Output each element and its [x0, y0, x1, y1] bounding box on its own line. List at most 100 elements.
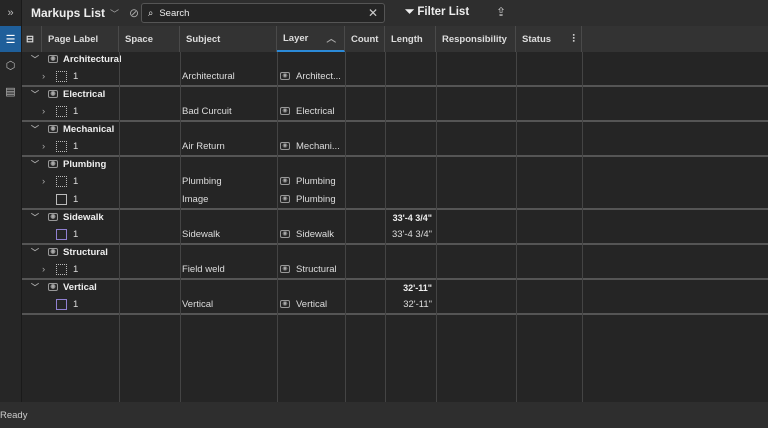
- subject: Sidewalk: [182, 228, 221, 240]
- filter-icon: ⏷: [405, 6, 418, 18]
- column-divider: [277, 52, 278, 402]
- group-header-row[interactable]: ﹀ ◉ Architectural: [22, 52, 768, 67]
- markup-group: ﹀ ◉ Electrical › 1 Bad Curcuit ◉ Electrical: [22, 87, 768, 122]
- export-icon[interactable]: ⇪: [496, 5, 506, 19]
- table-row[interactable]: 1 Sidewalk ◉ Sidewalk 33'-4 3/4": [22, 225, 768, 243]
- chevron-right-icon[interactable]: ›: [42, 260, 45, 278]
- table-row[interactable]: 1 Vertical ◉ Vertical 32'-11": [22, 295, 768, 313]
- panel-title[interactable]: Markups List: [31, 6, 105, 20]
- eye-icon[interactable]: ◉: [280, 142, 290, 150]
- subject: Image: [182, 193, 209, 205]
- column-length[interactable]: Length: [385, 26, 436, 52]
- length: [385, 67, 432, 85]
- subject: Air Return: [182, 140, 225, 152]
- group-length: 32'-11": [403, 282, 432, 293]
- eye-icon[interactable]: ◉: [280, 265, 290, 273]
- eye-icon[interactable]: ◉: [280, 230, 290, 238]
- markup-type-icon: [56, 295, 70, 313]
- group-name: Electrical: [63, 89, 106, 100]
- markup-group: ﹀ ◉ Sidewalk 33'-4 3/4" 1 Sidewalk ◉ Sidewalk 33…: [22, 210, 768, 245]
- markup-type-icon: [56, 190, 70, 208]
- group-header-row[interactable]: ﹀ ◉ Vertical 32'-11": [22, 280, 768, 295]
- chevron-right-icon[interactable]: ›: [42, 102, 45, 120]
- rectangle-icon: [56, 263, 67, 275]
- chevron-right-icon[interactable]: ›: [42, 67, 45, 85]
- table-row[interactable]: › 1 Bad Curcuit ◉ Electrical: [22, 102, 768, 120]
- layer: ◉ Sidewalk: [280, 225, 334, 243]
- length: [385, 172, 432, 190]
- table-row[interactable]: 1 Image ◉ Plumbing: [22, 190, 768, 208]
- eye-icon[interactable]: ◉: [280, 107, 290, 115]
- group-header-row[interactable]: ﹀ ◉ Structural: [22, 245, 768, 260]
- column-subject[interactable]: Subject: [180, 26, 277, 52]
- eye-icon[interactable]: ◉: [48, 160, 58, 168]
- group-header-row[interactable]: ﹀ ◉ Mechanical: [22, 122, 768, 137]
- column-count[interactable]: Count: [345, 26, 385, 52]
- eye-icon[interactable]: ◉: [280, 195, 290, 203]
- left-rail: » ☰ ⬡ ▤: [0, 0, 22, 402]
- markups-list-icon[interactable]: ☰: [0, 26, 21, 52]
- chevron-down-icon[interactable]: ﹀: [31, 282, 39, 293]
- subject: Field weld: [182, 263, 225, 275]
- column-divider: [516, 52, 517, 402]
- layer-name: Plumbing: [296, 175, 336, 187]
- length: [385, 260, 432, 278]
- eye-icon[interactable]: ◉: [48, 125, 58, 133]
- page-label: 1: [73, 70, 79, 82]
- length: [385, 102, 432, 120]
- eye-icon[interactable]: ◉: [280, 300, 290, 308]
- subject: Plumbing: [182, 175, 222, 187]
- group-header-row[interactable]: ﹀ ◉ Electrical: [22, 87, 768, 102]
- column-divider: [180, 52, 181, 402]
- column-status[interactable]: Status ⫶: [516, 26, 582, 52]
- chevron-down-icon[interactable]: ﹀: [31, 89, 39, 100]
- length: 33'-4 3/4": [391, 228, 432, 240]
- group-header-row[interactable]: ﹀ ◉ Sidewalk 33'-4 3/4": [22, 210, 768, 225]
- chevron-down-icon[interactable]: ﹀: [31, 159, 39, 170]
- column-divider: [345, 52, 346, 402]
- eye-icon[interactable]: ◉: [280, 72, 290, 80]
- chevron-down-icon[interactable]: ﹀: [31, 124, 39, 135]
- eye-icon[interactable]: ◉: [48, 248, 58, 256]
- page-label: 1: [73, 263, 79, 275]
- column-divider: [119, 52, 120, 402]
- chevron-down-icon[interactable]: ﹀: [31, 54, 39, 65]
- layer: ◉ Electrical: [280, 102, 335, 120]
- table-row[interactable]: › 1 Air Return ◉ Mechani...: [22, 137, 768, 155]
- collapse-all-icon[interactable]: ⊟: [22, 26, 42, 52]
- table-row[interactable]: › 1 Field weld ◉ Structural: [22, 260, 768, 278]
- chevron-right-icon[interactable]: ›: [42, 137, 45, 155]
- table-row[interactable]: › 1 Architectural ◉ Architect...: [22, 67, 768, 85]
- column-responsibility[interactable]: Responsibility: [436, 26, 516, 52]
- clear-search-icon[interactable]: ✕: [368, 6, 378, 20]
- column-layer[interactable]: Layer ︿: [277, 26, 345, 52]
- search-input[interactable]: ⌕ Search ✕: [141, 3, 385, 23]
- search-placeholder: Search: [159, 7, 190, 19]
- toolbar: Markups List ﹀ ⊘ ⌕ Search ✕ ⏷ Filter Lis…: [22, 0, 768, 26]
- chevron-down-icon[interactable]: ﹀: [110, 7, 119, 20]
- eye-icon[interactable]: ◉: [48, 283, 58, 291]
- column-settings-icon[interactable]: ⫶: [572, 33, 575, 46]
- eye-icon[interactable]: ◉: [48, 55, 58, 63]
- chevron-down-icon[interactable]: ﹀: [31, 247, 39, 258]
- group-name: Plumbing: [63, 159, 107, 170]
- hide-markups-icon[interactable]: ⊘: [129, 6, 139, 20]
- column-space[interactable]: Space: [119, 26, 180, 52]
- filter-list-button[interactable]: ⏷ Filter List: [405, 6, 469, 19]
- column-page-label[interactable]: Page Label: [42, 26, 119, 52]
- chevron-right-icon[interactable]: ›: [42, 172, 45, 190]
- table-row[interactable]: › 1 Plumbing ◉ Plumbing: [22, 172, 768, 190]
- column-divider: [582, 52, 583, 402]
- 3d-model-icon[interactable]: ⬡: [0, 52, 21, 78]
- subject: Architectural: [182, 70, 235, 82]
- rectangle-icon: [56, 70, 67, 82]
- eye-icon[interactable]: ◉: [48, 213, 58, 221]
- layer: ◉ Architect...: [280, 67, 341, 85]
- chevron-down-icon[interactable]: ﹀: [31, 212, 39, 223]
- eye-icon[interactable]: ◉: [48, 90, 58, 98]
- group-name: Structural: [63, 247, 108, 258]
- group-header-row[interactable]: ﹀ ◉ Plumbing: [22, 157, 768, 172]
- eye-icon[interactable]: ◉: [280, 177, 290, 185]
- expand-panel-icon[interactable]: »: [0, 0, 21, 26]
- document-icon[interactable]: ▤: [0, 78, 21, 104]
